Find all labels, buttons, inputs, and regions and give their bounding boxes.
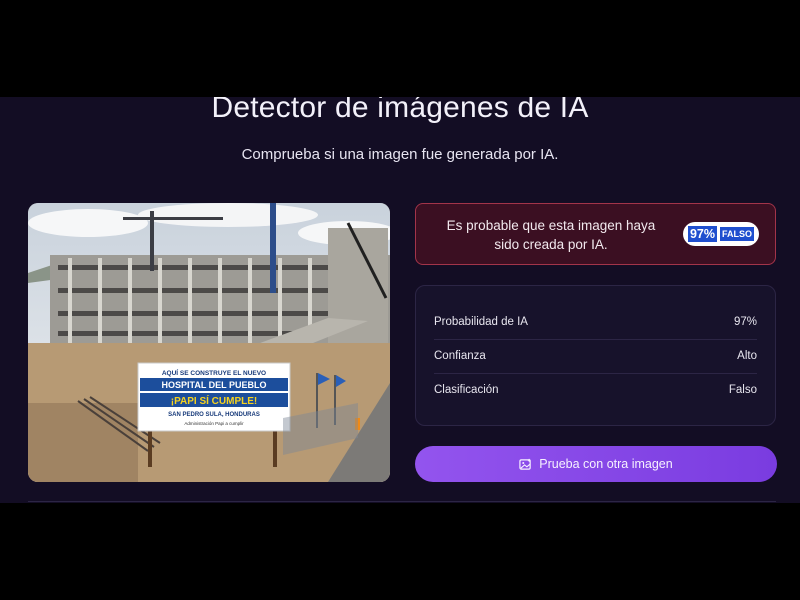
page-subtitle: Comprueba si una imagen fue generada por… <box>241 146 559 163</box>
verdict-label: FALSO <box>720 227 755 241</box>
sign-text-line1: AQUÍ SE CONSTRUYE EL NUEVO <box>162 368 266 377</box>
section-divider <box>28 501 776 502</box>
sign-text-line4: SAN PEDRO SULA, HONDURAS <box>168 412 260 418</box>
detail-label: Confianza <box>434 350 486 362</box>
verdict-banner: Es probable que esta imagen haya sido cr… <box>415 203 776 265</box>
try-another-image-button[interactable]: Prueba con otra imagen <box>415 446 777 482</box>
details-card: Probabilidad de IA 97% Confianza Alto Cl… <box>415 285 776 426</box>
try-another-image-label: Prueba con otra imagen <box>539 457 673 471</box>
page-title: Detector de imágenes de IA <box>211 97 589 124</box>
detail-row-confidence: Confianza Alto <box>434 339 757 374</box>
uploaded-image: AQUÍ SE CONSTRUYE EL NUEVO HOSPITAL DEL … <box>28 203 390 482</box>
sign-text-line3: ¡PAPI SÍ CUMPLE! <box>171 394 257 407</box>
detail-value: Falso <box>728 384 757 396</box>
detail-value: Alto <box>737 350 757 362</box>
image-icon <box>519 458 532 470</box>
detector-app: Detector de imágenes de IA Comprueba si … <box>0 97 800 503</box>
detail-row-classification: Clasificación Falso <box>434 373 757 407</box>
detail-label: Clasificación <box>434 384 499 396</box>
detail-label: Probabilidad de IA <box>434 316 528 328</box>
verdict-message: Es probable que esta imagen haya sido cr… <box>446 218 656 252</box>
sign-text-line5: Administración Papi a cumplir <box>184 421 244 426</box>
sign-text-line2: HOSPITAL DEL PUEBLO <box>161 380 266 390</box>
verdict-badge: 97% FALSO <box>683 222 759 246</box>
verdict-percent: 97% <box>687 226 717 242</box>
detail-value: 97% <box>733 316 757 328</box>
detail-row-probability: Probabilidad de IA 97% <box>434 305 757 340</box>
